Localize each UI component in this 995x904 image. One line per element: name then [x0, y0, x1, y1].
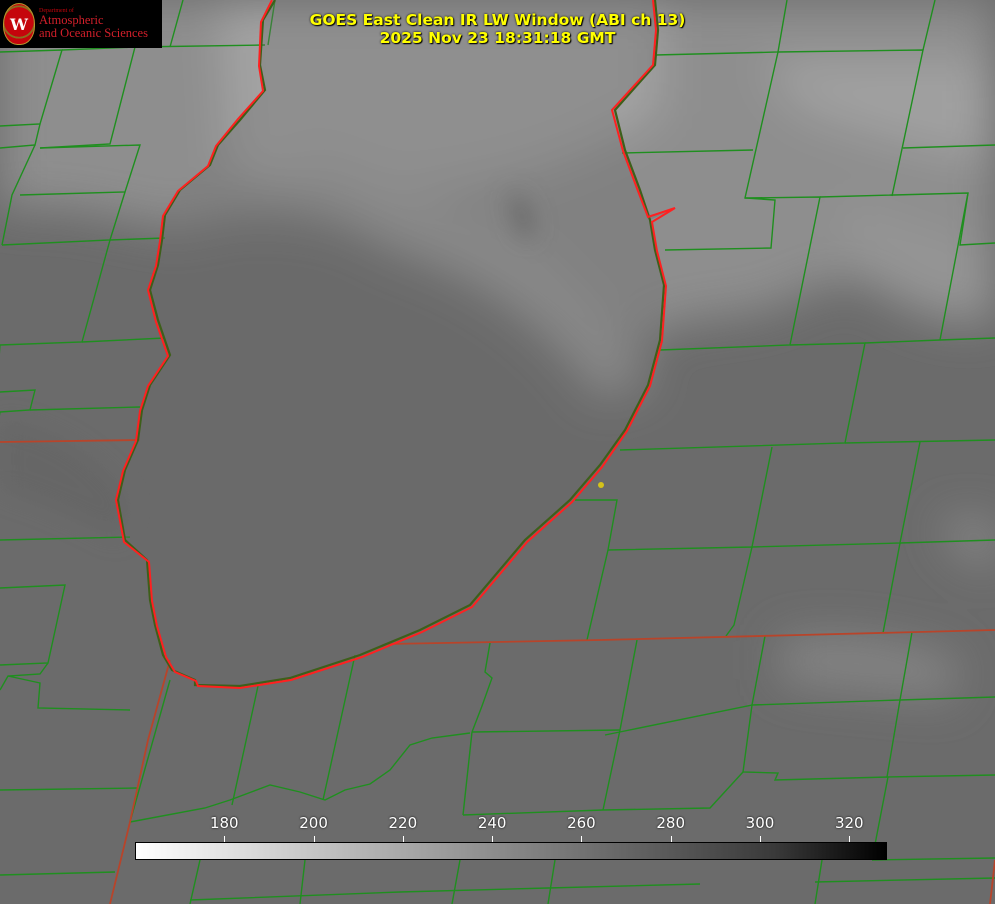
image-title: GOES East Clean IR LW Window (ABI ch 13) [309, 11, 686, 29]
location-marker [598, 482, 604, 488]
colorbar-tick-label: 240 [477, 814, 507, 832]
colorbar-tick-label: 300 [745, 814, 775, 832]
image-timestamp: 2025 Nov 23 18:31:18 GMT [379, 29, 616, 47]
satellite-ir-map [0, 0, 995, 904]
colorbar-tick-label: 180 [209, 814, 239, 832]
colorbar-tick-label: 280 [656, 814, 686, 832]
colorbar: 180 200 220 240 260 280 300 320 [135, 814, 887, 860]
colorbar-tick-label: 260 [567, 814, 596, 832]
colorbar-tick-label: 220 [388, 814, 418, 832]
colorbar-tick-label: 200 [299, 814, 328, 832]
colorbar-gradient [135, 842, 887, 860]
colorbar-tick-label: 320 [834, 814, 864, 832]
